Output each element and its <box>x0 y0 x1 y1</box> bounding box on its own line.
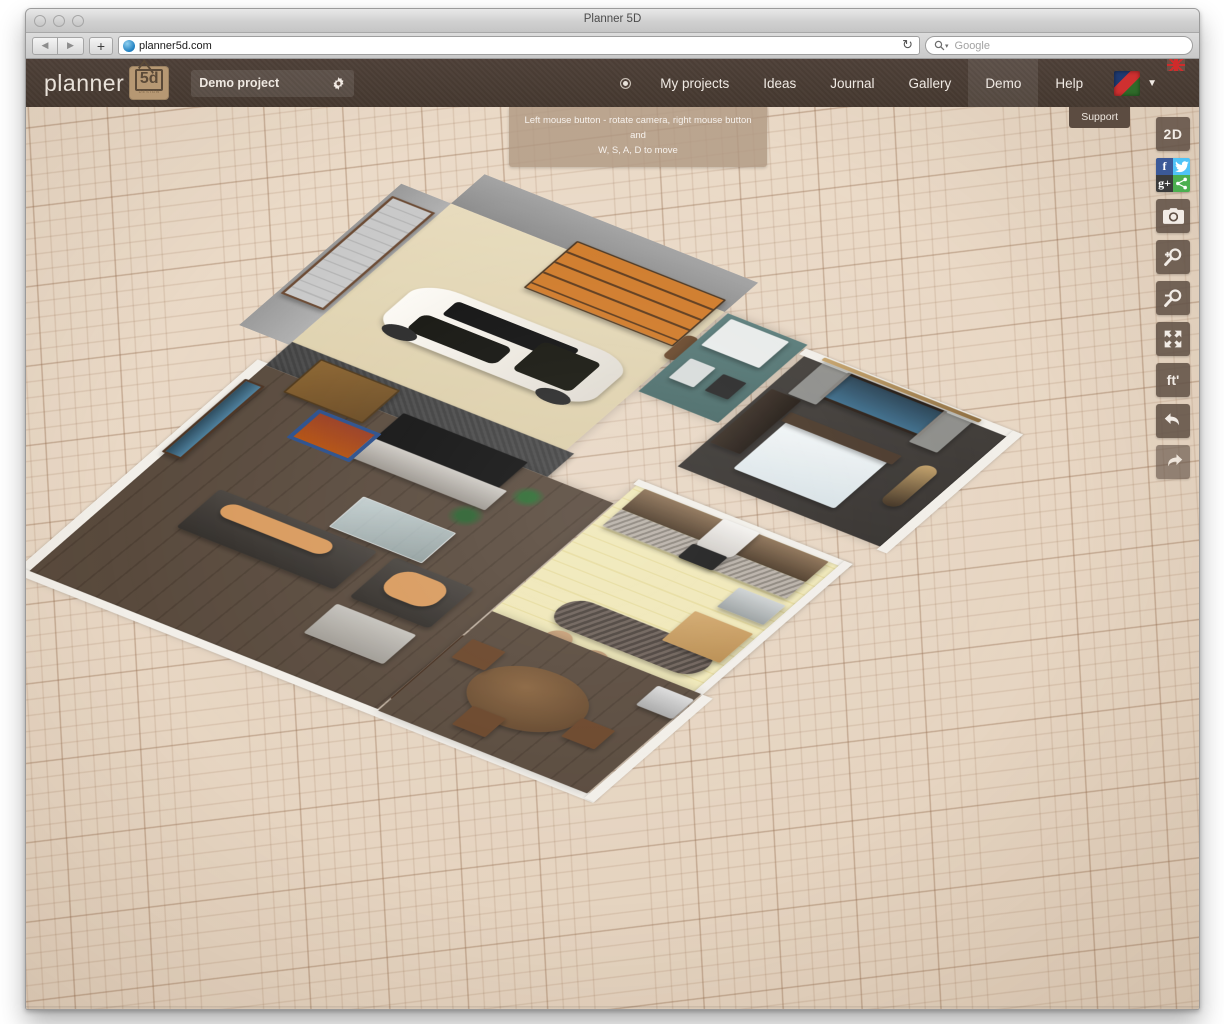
support-tab[interactable]: Support <box>1069 107 1130 128</box>
nav-item-demo[interactable]: Demo <box>968 59 1038 107</box>
window-bottom-edge <box>26 1006 1199 1009</box>
logo-badge-subtext: DESIGN <box>139 89 160 94</box>
project-name-text: Demo project <box>199 76 279 90</box>
project-name-field[interactable]: Demo project <box>191 70 354 97</box>
zoom-out-button[interactable] <box>1156 281 1190 315</box>
logo-wordmark: planner <box>44 70 124 97</box>
hint-line-2: W, S, A, D to move <box>517 143 759 158</box>
nav-item-journal[interactable]: Journal <box>813 59 891 107</box>
share-nodes-icon <box>1175 177 1188 190</box>
circle-dot-icon <box>620 78 631 89</box>
twitter-bird-icon <box>1175 161 1189 173</box>
nav-item-gallery[interactable]: Gallery <box>892 59 969 107</box>
units-button[interactable]: ft' <box>1156 363 1190 397</box>
chevron-down-icon[interactable]: ▼ <box>1147 78 1157 89</box>
zoom-out-icon <box>1163 288 1184 309</box>
search-icon <box>934 40 945 51</box>
hint-line-1: Left mouse button - rotate camera, right… <box>517 113 759 143</box>
gear-icon[interactable] <box>331 76 346 91</box>
user-account-menu[interactable]: ▼ <box>1100 59 1167 107</box>
page-content: planner 5d DESIGN Demo project <box>26 59 1199 1010</box>
search-input[interactable]: ▾ Google <box>925 36 1193 55</box>
google-plus-icon[interactable]: g+ <box>1156 175 1173 192</box>
back-button[interactable]: ◀ <box>32 37 58 55</box>
notifications-indicator[interactable] <box>600 59 643 107</box>
forward-button[interactable]: ▶ <box>58 37 84 55</box>
camera-icon <box>1163 207 1184 225</box>
view-2d-button[interactable]: 2D <box>1156 117 1190 151</box>
camera-controls-hint: Left mouse button - rotate camera, right… <box>509 107 767 167</box>
url-text: planner5d.com <box>139 40 902 52</box>
nav-item-my-projects[interactable]: My projects <box>643 59 746 107</box>
zoom-in-button[interactable] <box>1156 240 1190 274</box>
window-title: Planner 5D <box>26 13 1199 25</box>
browser-titlebar: Planner 5D <box>26 9 1199 33</box>
fullscreen-button[interactable] <box>1156 322 1190 356</box>
search-placeholder: Google <box>955 40 990 52</box>
zoom-in-icon <box>1163 247 1184 268</box>
reload-icon[interactable]: ↻ <box>902 38 913 53</box>
navigation-buttons: ◀ ▶ <box>32 37 84 55</box>
logo-5d-text: 5d <box>140 71 159 87</box>
redo-button[interactable] <box>1156 445 1190 479</box>
app-header: planner 5d DESIGN Demo project <box>26 59 1199 107</box>
nav-item-ideas[interactable]: Ideas <box>746 59 813 107</box>
redo-arrow-icon <box>1163 452 1184 472</box>
uk-flag-icon[interactable] <box>1167 59 1185 71</box>
share-icon[interactable] <box>1173 175 1190 192</box>
globe-icon <box>123 40 135 52</box>
avatar[interactable] <box>1114 71 1140 96</box>
url-bar[interactable]: planner5d.com ↻ <box>118 36 920 55</box>
browser-toolbar: ◀ ▶ + planner5d.com ↻ ▾ Google <box>26 33 1199 59</box>
browser-window: Planner 5D ◀ ▶ + planner5d.com ↻ ▾ Googl… <box>25 8 1200 1010</box>
viewport-toolbar: 2D f g+ <box>1155 117 1191 479</box>
twitter-icon[interactable] <box>1173 158 1190 175</box>
expand-arrows-icon <box>1163 329 1183 349</box>
nav-item-help[interactable]: Help <box>1038 59 1100 107</box>
main-navigation: My projects Ideas Journal Gallery Demo H… <box>600 59 1199 107</box>
logo-house-badge: 5d DESIGN <box>129 66 169 100</box>
undo-arrow-icon <box>1163 411 1184 431</box>
3d-viewport[interactable]: Left mouse button - rotate camera, right… <box>26 107 1199 1010</box>
facebook-icon[interactable]: f <box>1156 158 1173 175</box>
social-share-group: f g+ <box>1156 158 1190 192</box>
planner5d-logo[interactable]: planner 5d DESIGN <box>44 66 169 100</box>
undo-button[interactable] <box>1156 404 1190 438</box>
screenshot-button[interactable] <box>1156 199 1190 233</box>
search-engine-caret[interactable]: ▾ <box>945 42 949 50</box>
grid-floor-plane <box>26 107 1199 1010</box>
new-tab-button[interactable]: + <box>89 37 113 55</box>
